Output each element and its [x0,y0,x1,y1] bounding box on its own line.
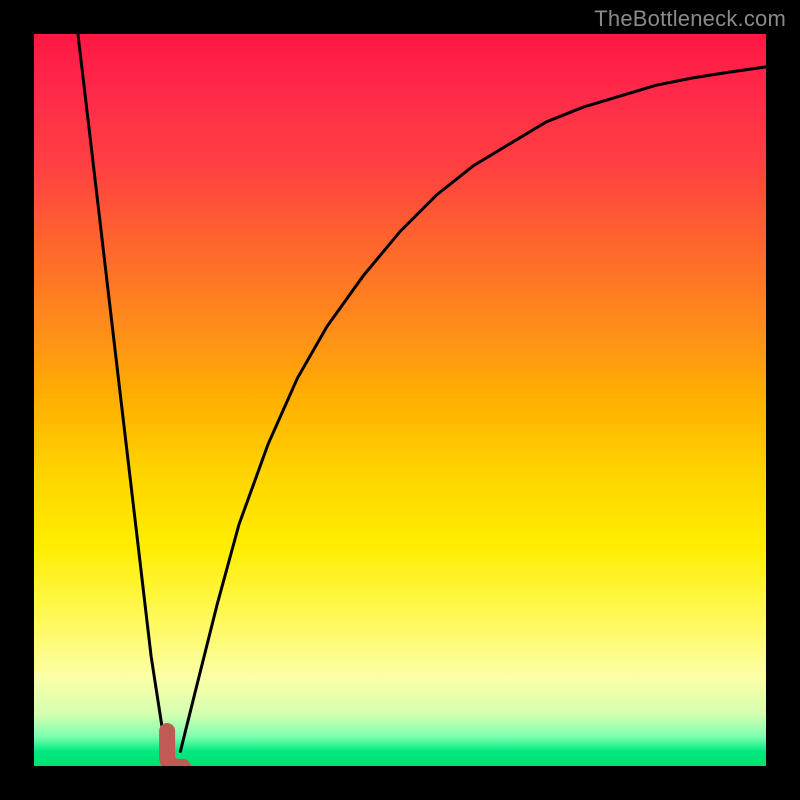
series-right-branch [180,67,766,752]
chart-svg [34,34,766,766]
plot-area [34,34,766,766]
watermark-text: TheBottleneck.com [594,6,786,32]
chart-frame: TheBottleneck.com [0,0,800,800]
series-left-branch [78,34,166,751]
